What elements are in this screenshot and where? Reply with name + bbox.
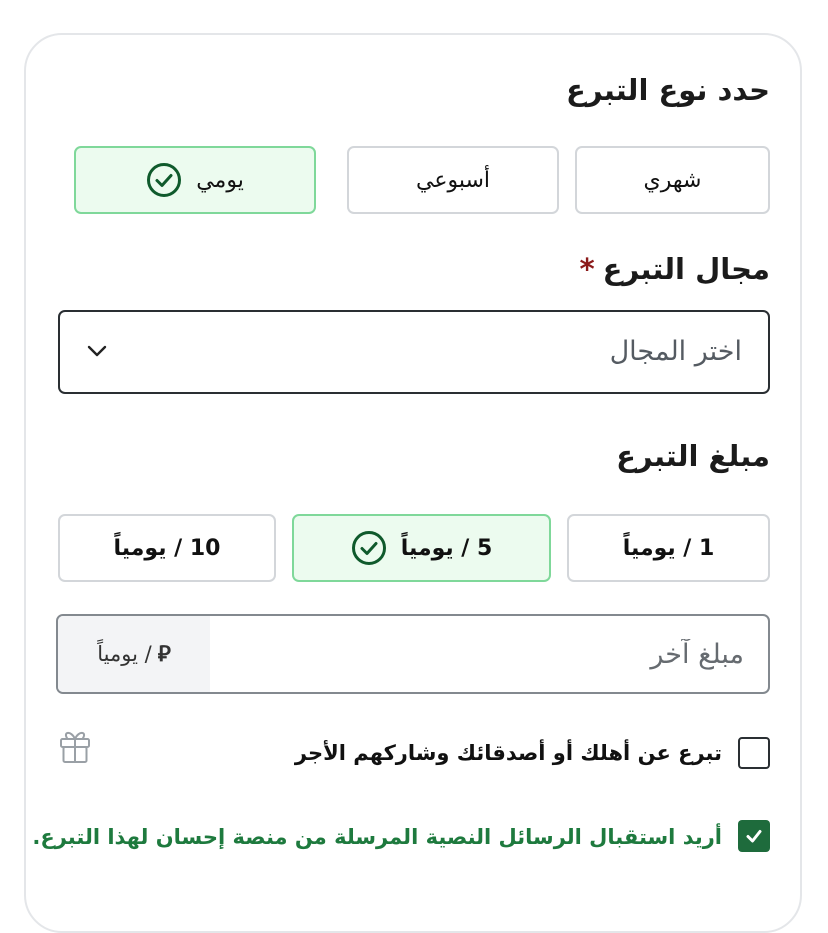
amount-option-5[interactable]: 5 / يومياً bbox=[292, 514, 551, 582]
amount-unit: ⃁ / يومياً bbox=[58, 616, 210, 692]
donation-field-heading-text: مجال التبرع bbox=[602, 252, 770, 286]
frequency-option-label: يومي bbox=[196, 167, 244, 193]
check-circle-icon bbox=[146, 162, 182, 198]
amount-option-label: 1 / يومياً bbox=[622, 535, 715, 561]
sms-checkbox-label: أريد استقبال الرسائل النصية المرسلة من م… bbox=[32, 825, 722, 849]
chevron-down-icon bbox=[86, 340, 108, 362]
amount-option-1[interactable]: 1 / يومياً bbox=[567, 514, 770, 582]
donation-type-heading: حدد نوع التبرع bbox=[566, 73, 770, 107]
checkmark-icon bbox=[746, 830, 762, 843]
amount-option-label: 5 / يومياً bbox=[400, 535, 493, 561]
currency-symbol: ⃁ bbox=[157, 642, 171, 667]
other-amount-field: ⃁ / يومياً bbox=[56, 614, 770, 694]
required-mark: * bbox=[579, 252, 595, 286]
gift-checkbox-label: تبرع عن أهلك أو أصدقائك وشاركهم الأجر bbox=[294, 741, 722, 765]
donation-field-heading: مجال التبرع* bbox=[579, 255, 770, 284]
donation-amount-heading: مبلغ التبرع bbox=[616, 439, 770, 473]
frequency-option-label: شهري bbox=[643, 167, 702, 193]
donation-field-select[interactable]: اختر المجال bbox=[58, 310, 770, 394]
amount-option-10[interactable]: 10 / يومياً bbox=[58, 514, 276, 582]
amount-unit-label: / يومياً bbox=[97, 642, 152, 666]
frequency-option-label: أسبوعي bbox=[416, 167, 491, 193]
frequency-option-daily[interactable]: يومي bbox=[74, 146, 316, 214]
other-amount-input[interactable] bbox=[210, 616, 768, 692]
check-circle-icon bbox=[351, 530, 387, 566]
frequency-option-weekly[interactable]: أسبوعي bbox=[347, 146, 559, 214]
gift-icon[interactable] bbox=[58, 726, 92, 764]
sms-checkbox[interactable] bbox=[738, 820, 770, 852]
amount-option-label: 10 / يومياً bbox=[113, 535, 221, 561]
donation-field-placeholder: اختر المجال bbox=[609, 336, 742, 367]
frequency-option-monthly[interactable]: شهري bbox=[575, 146, 770, 214]
gift-checkbox[interactable] bbox=[738, 737, 770, 769]
